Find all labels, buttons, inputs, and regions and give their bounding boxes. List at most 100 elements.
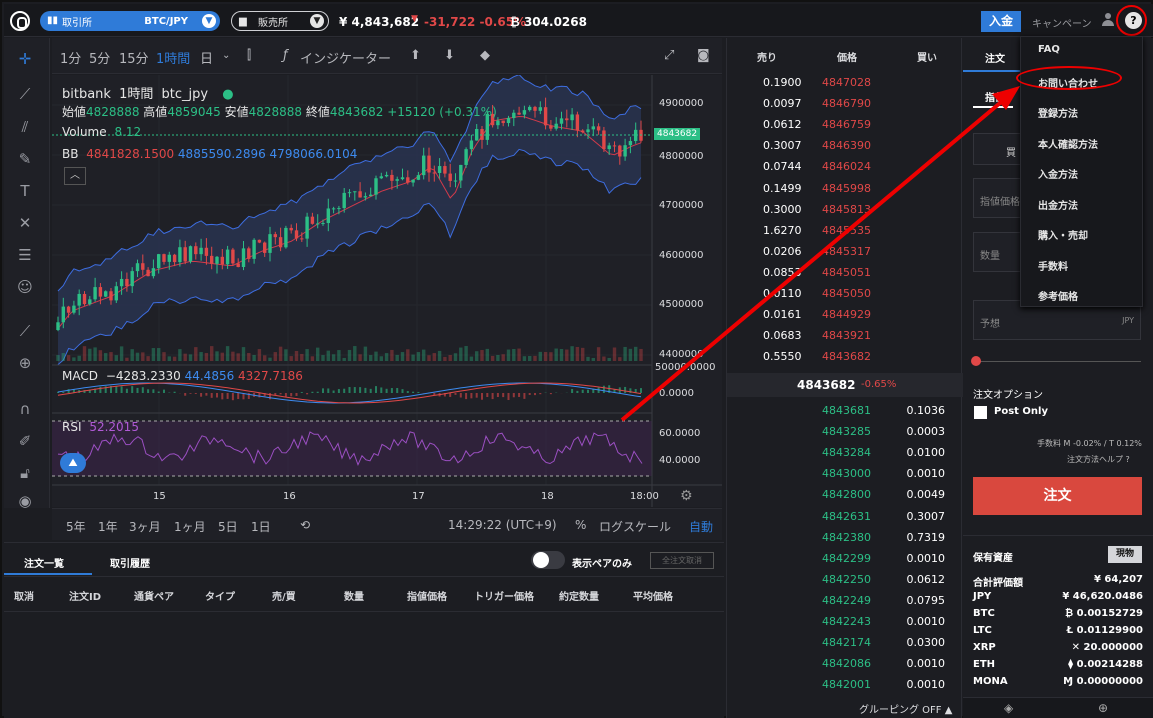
ruler-icon[interactable]: ⟋ xyxy=(14,320,36,342)
shop-selector[interactable]: ▆ 販売所 ▼ xyxy=(231,11,329,31)
range-3m[interactable]: 3ヶ月 xyxy=(129,518,161,535)
trend-line-icon[interactable]: ⟋ xyxy=(14,83,36,105)
bid-row[interactable]: 4842249 0.0795 xyxy=(727,594,963,615)
ask-row[interactable]: 0.1499 4845998 xyxy=(727,182,963,203)
pattern-icon[interactable]: ✕ xyxy=(14,212,36,234)
zoom-in-icon[interactable]: ⊕ xyxy=(14,352,36,374)
collapse-legend-button[interactable]: ︿ xyxy=(64,167,86,185)
bid-row[interactable]: 4842086 0.0010 xyxy=(727,657,963,678)
globe-icon[interactable]: ⊕ xyxy=(1098,701,1108,715)
bid-row[interactable]: 4842243 0.0010 xyxy=(727,615,963,636)
crosshair-icon[interactable]: ✛ xyxy=(14,48,36,70)
ask-row[interactable]: 0.0612 4846759 xyxy=(727,118,963,139)
bid-row[interactable]: 4843000 0.0010 xyxy=(727,467,963,488)
chart-canvas[interactable] xyxy=(52,75,722,507)
lock-drawing-icon[interactable]: ✐ xyxy=(14,430,36,452)
price-chart[interactable]: bitbank 1時間 btc_jpy ● 始値4828888 高値485904… xyxy=(52,75,722,507)
range-5y[interactable]: 5年 xyxy=(66,518,86,535)
tab-trade-history[interactable]: 取引履歴 xyxy=(110,555,150,570)
bid-row[interactable]: 4843284 0.0100 xyxy=(727,446,963,467)
cancel-all-button[interactable]: 全注文取消 xyxy=(650,552,714,569)
help-menu-item[interactable]: 手数料 xyxy=(1038,258,1068,273)
log-scale-toggle[interactable]: ログスケール xyxy=(599,518,671,535)
magnet-icon[interactable]: ∩ xyxy=(14,398,36,420)
ask-row[interactable]: 0.0161 4844929 xyxy=(727,308,963,329)
ask-row[interactable]: 0.0097 4846790 xyxy=(727,97,963,118)
grouping-toggle[interactable]: グルーピング OFF ▲ xyxy=(859,701,952,716)
bitbank-logo[interactable] xyxy=(10,11,30,31)
help-menu-item[interactable]: 出金方法 xyxy=(1038,197,1078,212)
ask-row[interactable]: 1.6270 4845535 xyxy=(727,224,963,245)
pitchfork-icon[interactable]: ⫽ xyxy=(14,116,36,138)
brush-icon[interactable]: ✎ xyxy=(14,148,36,170)
help-menu-item[interactable]: 登録方法 xyxy=(1038,105,1078,120)
pair-only-toggle[interactable] xyxy=(531,551,565,569)
bid-row[interactable]: 4843681 0.1036 xyxy=(727,404,963,425)
bid-row[interactable]: 4842800 0.0049 xyxy=(727,488,963,509)
interval-5m[interactable]: 5分 xyxy=(89,48,110,67)
bid-row[interactable]: 4842174 0.0300 xyxy=(727,636,963,657)
range-1d[interactable]: 1日 xyxy=(251,518,271,535)
ask-row[interactable]: 0.1900 4847028 xyxy=(727,76,963,97)
range-1y[interactable]: 1年 xyxy=(98,518,118,535)
order-help-link[interactable]: 注文方法ヘルプ ? xyxy=(1067,454,1130,465)
help-menu-item[interactable]: 参考価格 xyxy=(1038,288,1078,303)
post-only-checkbox[interactable] xyxy=(974,406,987,419)
ask-row[interactable]: 0.0744 4846024 xyxy=(727,160,963,181)
chevron-down-icon[interactable]: ⌄ xyxy=(222,50,230,61)
lock-icon[interactable]: 🔓︎ xyxy=(14,462,36,484)
bid-row[interactable]: 4842001 0.0010 xyxy=(727,678,963,699)
candle-type-icon[interactable]: ⫿ xyxy=(247,48,251,63)
range-1m[interactable]: 1ヶ月 xyxy=(174,518,206,535)
amount-slider-handle[interactable] xyxy=(971,356,981,366)
percent-toggle[interactable]: % xyxy=(575,518,586,532)
campaign-link[interactable]: キャンペーン xyxy=(1032,15,1092,30)
bid-row[interactable]: 4842380 0.7319 xyxy=(727,531,963,552)
download-icon[interactable]: ⬇ xyxy=(444,48,455,63)
order-type-limit[interactable]: 指値 xyxy=(985,89,1005,104)
fullscreen-icon[interactable]: ⤢ xyxy=(664,48,674,63)
indicator-button[interactable]: インジケーター xyxy=(300,48,391,67)
bid-row[interactable]: 4842631 0.3007 xyxy=(727,510,963,531)
help-menu-item[interactable]: 購入・売却 xyxy=(1038,227,1088,242)
bid-row[interactable]: 4842299 0.0010 xyxy=(727,552,963,573)
help-menu-item[interactable]: 本人確認方法 xyxy=(1038,136,1098,151)
emoji-icon[interactable]: ☺ xyxy=(14,276,36,298)
tradingview-logo-icon[interactable]: ⛰ xyxy=(60,453,86,473)
ask-row[interactable]: 0.0110 4845050 xyxy=(727,287,963,308)
spot-badge[interactable]: 現物 xyxy=(1108,546,1142,563)
help-menu-item[interactable]: 入金方法 xyxy=(1038,166,1078,181)
eye-icon[interactable]: ◉ xyxy=(14,490,36,512)
gear-icon[interactable]: ⚙ xyxy=(680,488,693,504)
deposit-button[interactable]: 入金 xyxy=(981,11,1021,32)
camera-icon[interactable]: ◙ xyxy=(697,48,710,63)
help-menu-item[interactable]: FAQ xyxy=(1038,44,1060,55)
range-5d[interactable]: 5日 xyxy=(218,518,238,535)
interval-1m[interactable]: 1分 xyxy=(60,48,81,67)
upload-icon[interactable]: ⬆ xyxy=(410,48,421,63)
amount-slider-track[interactable] xyxy=(973,361,1141,362)
ask-row[interactable]: 0.0853 4845051 xyxy=(727,266,963,287)
interval-day[interactable]: 日 xyxy=(200,48,213,67)
auto-scale-toggle[interactable]: 自動 xyxy=(689,518,713,535)
ask-row[interactable]: 0.5550 4843682 xyxy=(727,350,963,371)
exchange-pair-selector[interactable]: ▮▮ 取引所 BTC/JPY ▼ xyxy=(40,11,220,31)
ask-row[interactable]: 0.3000 4845813 xyxy=(727,203,963,224)
submit-order-button[interactable]: 注文 xyxy=(973,477,1142,515)
layers-icon[interactable]: ◈ xyxy=(1004,701,1013,715)
eraser-icon[interactable]: ◆ xyxy=(480,48,490,63)
interval-1h[interactable]: 1時間 xyxy=(156,48,190,67)
ask-row[interactable]: 0.0683 4843921 xyxy=(727,329,963,350)
ask-row[interactable]: 0.0206 4845317 xyxy=(727,245,963,266)
function-icon[interactable]: ƒ xyxy=(283,48,288,63)
bid-row[interactable]: 4842250 0.0612 xyxy=(727,573,963,594)
prediction-icon[interactable]: ☰ xyxy=(14,244,36,266)
text-tool-icon[interactable]: T xyxy=(14,180,36,202)
tab-open-orders[interactable]: 注文一覧 xyxy=(24,555,64,570)
goto-date-icon[interactable]: ⟲ xyxy=(300,518,310,532)
user-icon[interactable] xyxy=(1102,13,1114,27)
interval-15m[interactable]: 15分 xyxy=(119,48,149,67)
tab-order[interactable]: 注文 xyxy=(985,50,1005,65)
bid-row[interactable]: 4843285 0.0003 xyxy=(727,425,963,446)
ask-row[interactable]: 0.3007 4846390 xyxy=(727,139,963,160)
